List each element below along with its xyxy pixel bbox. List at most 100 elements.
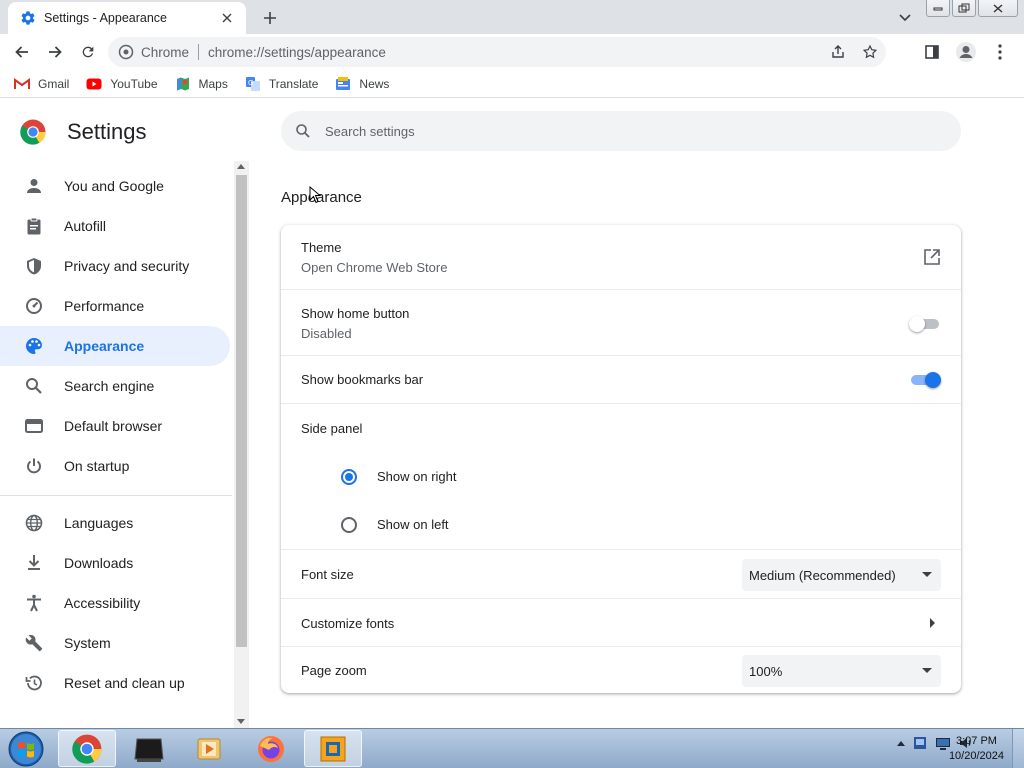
font-size-row: Font size Medium (Recommended) [281, 549, 961, 598]
close-window-button[interactable] [978, 0, 1018, 17]
back-button[interactable] [8, 38, 36, 66]
open-in-new-icon[interactable] [923, 248, 941, 266]
more-menu-icon[interactable] [986, 38, 1014, 66]
font-size-select[interactable]: Medium (Recommended) [742, 559, 941, 591]
address-bar[interactable]: Chrome chrome://settings/appearance [108, 37, 886, 67]
translate-icon: G [245, 76, 261, 92]
page-title: Settings [67, 119, 147, 144]
sidebar-item-autofill[interactable]: Autofill [0, 206, 230, 246]
customize-fonts-row[interactable]: Customize fonts [281, 598, 961, 646]
home-button-sublabel: Disabled [301, 326, 352, 341]
sidebar-item-label: Accessibility [64, 595, 141, 611]
font-size-label: Font size [301, 567, 354, 582]
dropdown-arrow-icon [922, 572, 932, 577]
clock-time: 3:07 PM [955, 735, 997, 747]
radio-show-on-left[interactable] [341, 517, 357, 533]
gmail-icon [14, 76, 30, 92]
radio-show-on-right[interactable] [341, 469, 357, 485]
bookmarks-bar-row[interactable]: Show bookmarks bar [281, 355, 961, 403]
close-tab-icon[interactable] [218, 9, 236, 27]
sidebar-item-label: Reset and clean up [64, 675, 185, 691]
taskbar-media-player[interactable] [180, 730, 238, 767]
sidebar-item-search-engine[interactable]: Search engine [0, 366, 230, 406]
firefox-icon [256, 734, 286, 764]
theme-row[interactable]: Theme Open Chrome Web Store [281, 225, 961, 289]
search-input[interactable] [325, 123, 925, 139]
sidebar-item-on-startup[interactable]: On startup [0, 446, 230, 486]
bookmark-maps[interactable]: Maps [175, 76, 228, 92]
chrome-logo-icon [118, 44, 134, 60]
accessibility-icon [24, 593, 44, 613]
radio-label-left[interactable]: Show on left [377, 517, 449, 532]
bookmarks-bar-toggle[interactable] [909, 372, 941, 388]
sidebar-item-downloads[interactable]: Downloads [0, 543, 230, 583]
settings-search[interactable] [281, 111, 961, 151]
network-tray-icon[interactable] [912, 735, 928, 751]
media-player-icon [196, 736, 222, 762]
bookmark-label: Maps [198, 76, 228, 91]
show-desktop-button[interactable] [1012, 729, 1024, 768]
tab-strip: Settings - Appearance [0, 0, 1024, 34]
search-icon [24, 376, 44, 396]
side-panel-icon[interactable] [918, 38, 946, 66]
scroll-down-arrow[interactable] [237, 719, 245, 724]
sidebar-item-label: Autofill [64, 218, 107, 234]
sidebar-divider [0, 495, 232, 496]
sidebar-item-label: Privacy and security [64, 258, 190, 274]
omnibox-url[interactable]: chrome://settings/appearance [208, 45, 386, 60]
sidebar-item-privacy[interactable]: Privacy and security [0, 246, 230, 286]
share-icon[interactable] [822, 37, 854, 67]
sidebar-item-label: You and Google [64, 178, 164, 194]
taskbar-virtualbox[interactable] [304, 730, 362, 767]
forward-button[interactable] [41, 38, 69, 66]
chevron-down-icon[interactable] [894, 7, 916, 29]
new-tab-button[interactable] [258, 6, 282, 30]
shield-icon [24, 256, 44, 276]
sidebar-item-default-browser[interactable]: Default browser [0, 406, 230, 446]
side-panel-label: Side panel [301, 421, 363, 436]
gear-icon [20, 10, 36, 26]
toolbar-right [918, 38, 1014, 66]
bookmark-youtube[interactable]: YouTube [86, 76, 158, 92]
restore-button[interactable] [952, 0, 976, 17]
sidebar-item-appearance[interactable]: Appearance [0, 326, 230, 366]
tab-title: Settings - Appearance [44, 11, 167, 25]
home-button-row[interactable]: Show home button Disabled [281, 289, 961, 355]
dropdown-arrow-icon [922, 668, 932, 673]
minimize-button[interactable] [926, 0, 950, 17]
sidebar-scrollbar[interactable] [234, 161, 249, 728]
sidebar-item-languages[interactable]: Languages [0, 503, 230, 543]
scroll-up-arrow[interactable] [237, 164, 245, 169]
radio-label-right[interactable]: Show on right [377, 469, 457, 484]
taskbar-terminal[interactable] [120, 730, 178, 767]
start-button[interactable] [6, 730, 46, 767]
sidebar-item-performance[interactable]: Performance [0, 286, 230, 326]
bookmark-news[interactable]: News [335, 76, 389, 92]
download-icon [24, 553, 44, 573]
sidebar-item-system[interactable]: System [0, 623, 230, 663]
taskbar-clock[interactable]: 3:07 PM 10/20/2024 [949, 734, 1004, 764]
reload-button[interactable] [74, 38, 102, 66]
page-zoom-select[interactable]: 100% [742, 655, 941, 687]
bookmark-translate[interactable]: G Translate [245, 76, 319, 92]
taskbar-chrome[interactable] [58, 730, 116, 767]
sidebar-item-you-and-google[interactable]: You and Google [0, 166, 230, 206]
scroll-thumb[interactable] [236, 175, 247, 647]
browser-tab[interactable]: Settings - Appearance [8, 2, 246, 34]
show-hidden-icons-icon[interactable] [897, 740, 905, 746]
home-button-toggle[interactable] [909, 316, 941, 332]
bookmark-star-icon[interactable] [854, 37, 886, 67]
sidebar-item-label: Performance [64, 298, 145, 314]
chrome-logo-icon [20, 119, 46, 145]
sidebar-item-accessibility[interactable]: Accessibility [0, 583, 230, 623]
clock-date: 10/20/2024 [948, 750, 1004, 762]
settings-sidebar: You and Google Autofill Privacy and secu… [0, 161, 232, 728]
taskbar-firefox[interactable] [242, 730, 300, 767]
profile-avatar-icon[interactable] [952, 38, 980, 66]
bookmark-gmail[interactable]: Gmail [14, 76, 69, 92]
omnibox-actions [822, 37, 886, 67]
font-size-value: Medium (Recommended) [749, 567, 896, 583]
bookmark-label: Translate [268, 76, 319, 91]
sidebar-item-reset[interactable]: Reset and clean up [0, 663, 230, 703]
chevron-right-icon[interactable] [929, 618, 935, 628]
